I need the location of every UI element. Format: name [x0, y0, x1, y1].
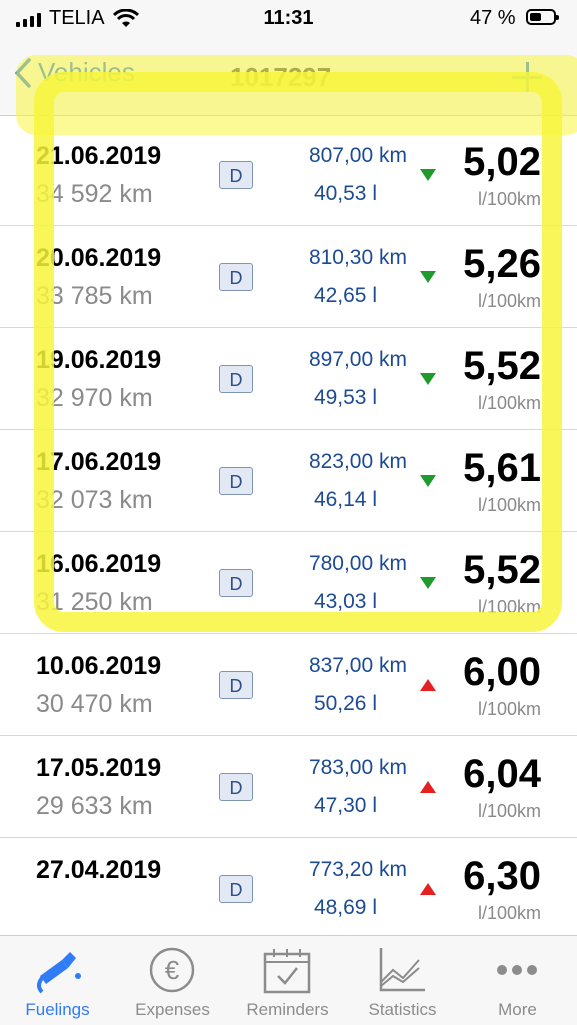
page-title: 1017297 — [230, 62, 332, 92]
consumption-unit: l/100km — [477, 597, 541, 617]
fuel-volume: 47,30 l — [313, 794, 377, 817]
trend-down-icon — [420, 475, 436, 487]
back-button[interactable]: Vehicles — [14, 57, 135, 88]
consumption-value: 6,30 — [463, 854, 541, 898]
fueling-row[interactable]: 10.06.2019 30 470 km D 837,00 km 50,26 l 6,00… — [0, 634, 577, 736]
consumption-value: 5,52 — [463, 548, 541, 592]
fuel-volume: 42,65 l — [313, 284, 377, 307]
trend-up-icon — [420, 883, 436, 895]
consumption-value: 6,04 — [463, 752, 541, 796]
fuel-type-badge: D — [219, 263, 253, 291]
fueling-row[interactable]: 16.06.2019 31 250 km D 780,00 km 43,03 l 5,52… — [0, 532, 577, 634]
trend-down-icon — [420, 271, 436, 283]
fuel-volume: 49,53 l — [313, 386, 377, 409]
trip-distance: 807,00 km — [308, 144, 407, 167]
trip-distance: 897,00 km — [308, 348, 407, 371]
fuel-pump-icon — [37, 952, 81, 994]
svg-text:€: € — [165, 955, 180, 985]
tab-label: Fuelings — [25, 1000, 90, 1019]
fueling-date: 17.05.2019 — [36, 754, 162, 782]
tab-statistics[interactable]: Statistics — [345, 936, 460, 1025]
fuel-type-badge: D — [219, 161, 253, 189]
consumption-unit: l/100km — [477, 903, 541, 923]
tab-label: Reminders — [246, 1000, 329, 1019]
trend-up-icon — [420, 781, 436, 793]
fueling-row[interactable]: 17.05.2019 29 633 km D 783,00 km 47,30 l 6,04… — [0, 736, 577, 838]
fuel-type-badge: D — [219, 365, 253, 393]
consumption-unit: l/100km — [477, 801, 541, 821]
fuel-volume: 48,69 l — [313, 896, 377, 919]
fuel-volume: 40,53 l — [313, 182, 377, 205]
odometer-reading: 32 970 km — [36, 384, 153, 412]
tab-more[interactable]: More — [460, 936, 575, 1025]
fuel-type-badge: D — [219, 671, 253, 699]
fueling-row[interactable]: 20.06.2019 33 785 km D 810,30 km 42,65 l 5,26… — [0, 226, 577, 328]
odometer-reading: 34 592 km — [36, 180, 153, 208]
calendar-check-icon — [263, 949, 311, 994]
odometer-reading: 31 250 km — [36, 588, 153, 616]
fueling-date: 17.06.2019 — [36, 448, 162, 476]
tab-label: Expenses — [135, 1000, 210, 1019]
battery-icon — [526, 9, 559, 25]
battery-percent: 47 % — [470, 7, 516, 29]
fueling-date: 19.06.2019 — [36, 346, 162, 374]
fuel-type-badge: D — [219, 569, 253, 597]
odometer-reading: 33 785 km — [36, 282, 153, 310]
trip-distance: 780,00 km — [308, 552, 407, 575]
fuel-volume: 46,14 l — [313, 488, 377, 511]
consumption-unit: l/100km — [477, 291, 541, 311]
fueling-date: 20.06.2019 — [36, 244, 162, 272]
trip-distance: 837,00 km — [308, 654, 407, 677]
back-label: Vehicles — [38, 57, 135, 87]
fueling-list: 21.06.2019 34 592 km D 807,00 km 40,53 l 5,02… — [0, 124, 577, 940]
fuel-type-badge: D — [219, 875, 253, 903]
fueling-row[interactable]: 19.06.2019 32 970 km D 897,00 km 49,53 l 5,52… — [0, 328, 577, 430]
consumption-value: 5,61 — [463, 446, 541, 490]
fuel-volume: 50,26 l — [313, 692, 377, 715]
tab-expenses[interactable]: € Expenses — [115, 936, 230, 1025]
consumption-unit: l/100km — [477, 699, 541, 719]
tab-label: Statistics — [368, 1000, 437, 1019]
trend-down-icon — [420, 169, 436, 181]
fueling-row[interactable]: 27.04.2019 D 773,20 km 48,69 l 6,30 l/100km — [0, 838, 577, 940]
odometer-reading: 32 073 km — [36, 486, 153, 514]
consumption-value: 5,26 — [463, 242, 541, 286]
consumption-unit: l/100km — [477, 393, 541, 413]
fuel-type-badge: D — [219, 467, 253, 495]
trip-distance: 773,20 km — [308, 858, 407, 881]
navigation-bar: Vehicles 1017297 — [0, 40, 577, 116]
trend-up-icon — [420, 679, 436, 691]
trip-distance: 823,00 km — [308, 450, 407, 473]
odometer-reading: 30 470 km — [36, 690, 153, 718]
trend-down-icon — [420, 577, 436, 589]
fuel-type-badge: D — [219, 773, 253, 801]
add-button[interactable] — [508, 58, 548, 98]
fueling-date: 16.06.2019 — [36, 550, 162, 578]
consumption-value: 5,52 — [463, 344, 541, 388]
more-dots-icon — [497, 965, 537, 975]
chevron-left-icon — [15, 57, 31, 88]
trip-distance: 810,30 km — [308, 246, 407, 269]
euro-icon: € — [149, 947, 195, 993]
tab-label: More — [498, 1000, 537, 1019]
line-chart-icon — [379, 948, 425, 992]
consumption-value: 5,02 — [463, 140, 541, 184]
fueling-date: 21.06.2019 — [36, 142, 162, 170]
tab-fuelings[interactable]: Fuelings — [0, 936, 115, 1025]
fueling-date: 10.06.2019 — [36, 652, 162, 680]
odometer-reading: 29 633 km — [36, 792, 153, 820]
fueling-date: 27.04.2019 — [36, 856, 162, 884]
fuel-volume: 43,03 l — [313, 590, 377, 613]
trip-distance: 783,00 km — [308, 756, 407, 779]
trend-down-icon — [420, 373, 436, 385]
tab-bar: Fuelings € Expenses Reminders Statistics — [0, 935, 577, 1025]
consumption-unit: l/100km — [477, 495, 541, 515]
consumption-value: 6,00 — [463, 650, 541, 694]
fueling-row[interactable]: 17.06.2019 32 073 km D 823,00 km 46,14 l 5,61… — [0, 430, 577, 532]
tab-reminders[interactable]: Reminders — [230, 936, 345, 1025]
status-bar: TELIA 11:31 47 % — [0, 0, 577, 40]
consumption-unit: l/100km — [477, 189, 541, 209]
fueling-row[interactable]: 21.06.2019 34 592 km D 807,00 km 40,53 l 5,02… — [0, 124, 577, 226]
